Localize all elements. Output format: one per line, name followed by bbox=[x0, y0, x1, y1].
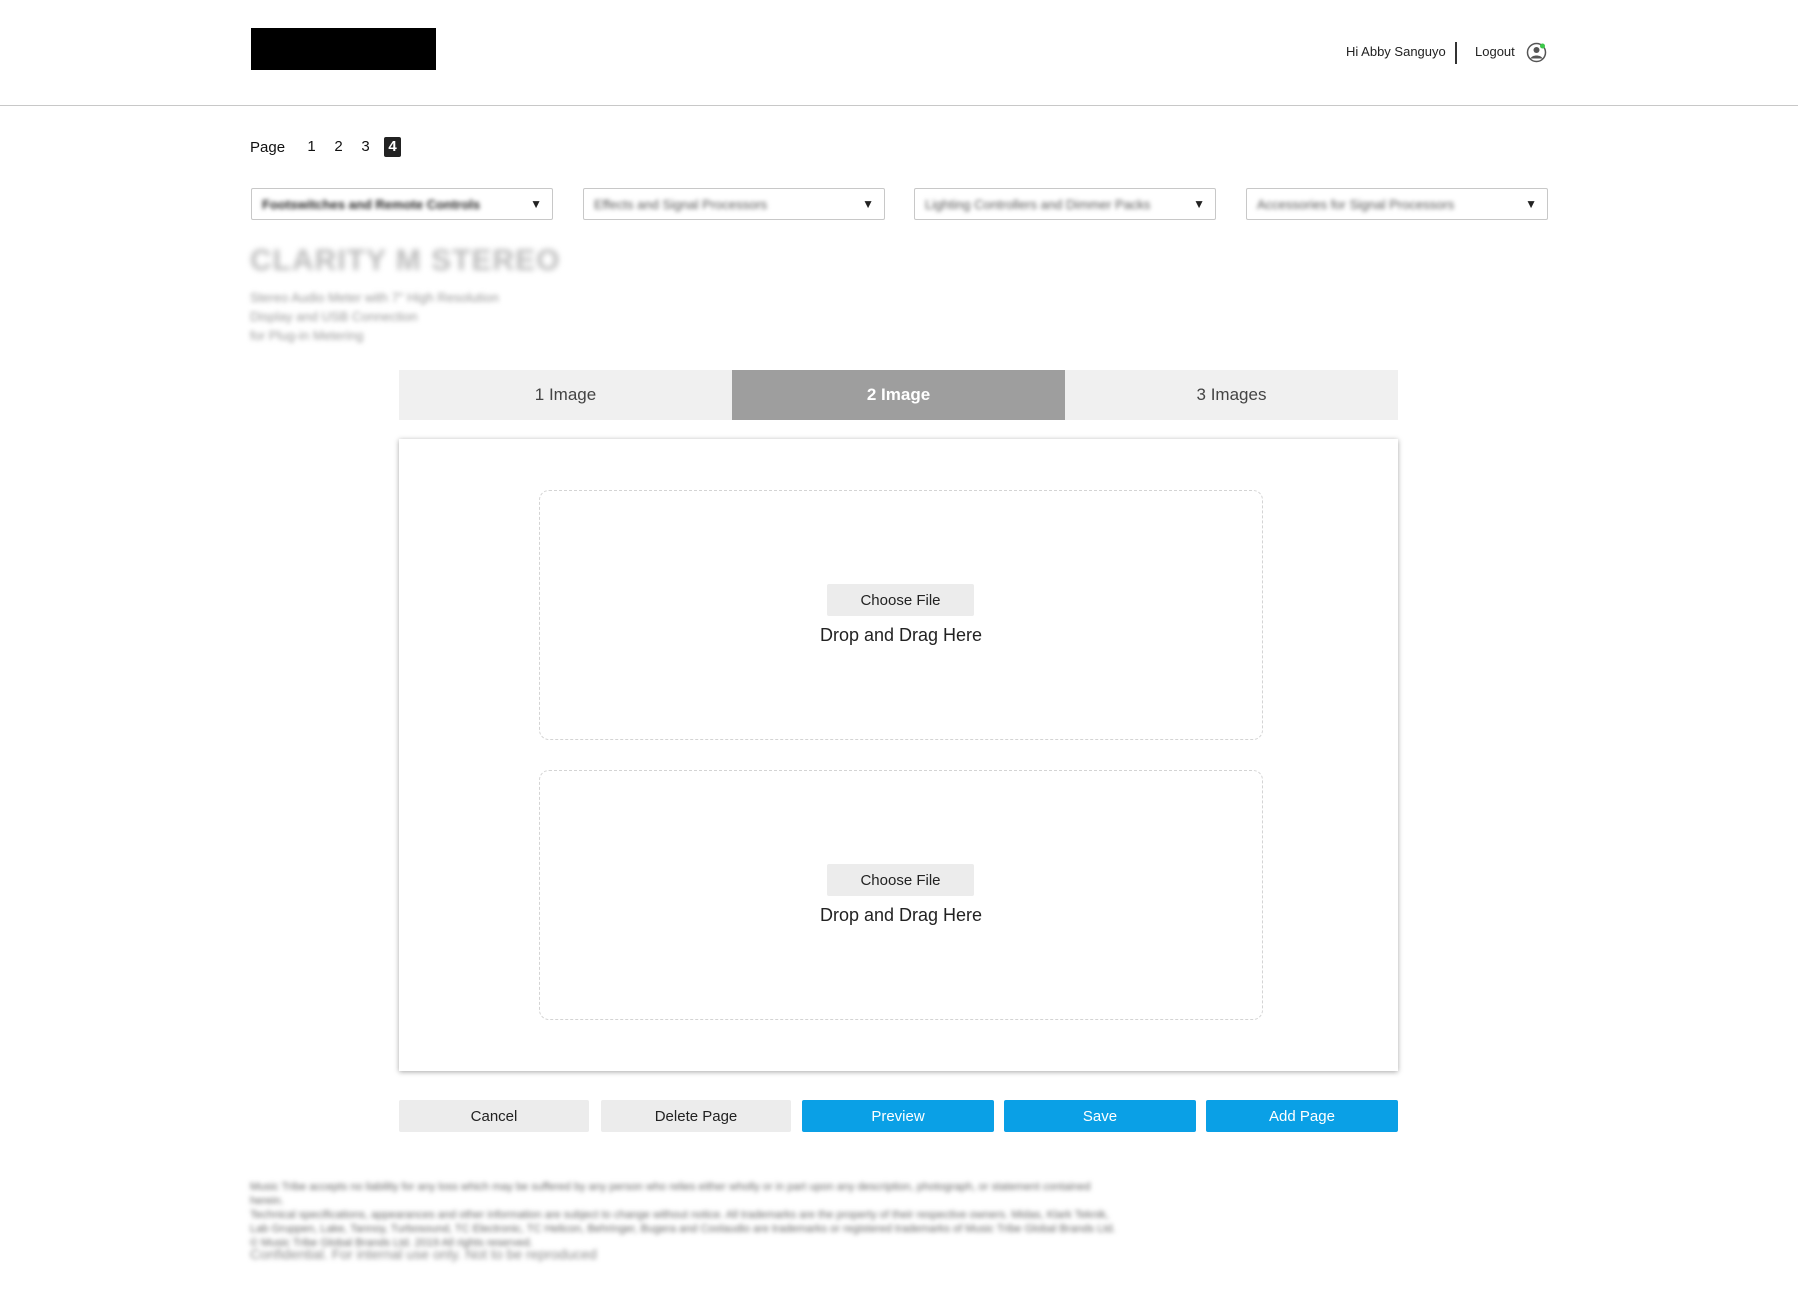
select-value: Footswitches and Remote Controls bbox=[262, 197, 481, 212]
legal-line: Lab Gruppen, Lake, Tannoy, Turbosound, T… bbox=[250, 1223, 1116, 1235]
category-select-1[interactable]: Footswitches and Remote Controls ▼ bbox=[251, 188, 553, 220]
delete-page-button[interactable]: Delete Page bbox=[601, 1100, 791, 1132]
dropdown-arrow-icon: ▼ bbox=[862, 197, 874, 211]
add-page-button[interactable]: Add Page bbox=[1206, 1100, 1398, 1132]
image-dropzone-2[interactable]: Choose File Drop and Drag Here bbox=[539, 770, 1263, 1020]
cancel-button[interactable]: Cancel bbox=[399, 1100, 589, 1132]
legal-line: Technical specifications, appearances an… bbox=[250, 1209, 1109, 1221]
tab-2-image[interactable]: 2 Image bbox=[732, 370, 1065, 420]
category-select-2[interactable]: Effects and Signal Processors ▼ bbox=[583, 188, 885, 220]
image-layout-tabs: 1 Image 2 Image 3 Images bbox=[399, 370, 1398, 420]
dropdown-arrow-icon: ▼ bbox=[1193, 197, 1205, 211]
logout-link[interactable]: Logout bbox=[1475, 44, 1515, 59]
page-link-2[interactable]: 2 bbox=[330, 137, 347, 157]
user-circle-icon[interactable] bbox=[1526, 42, 1547, 63]
legal-disclaimer: Music Tribe accepts no liability for any… bbox=[250, 1180, 1120, 1250]
page-link-4[interactable]: 4 bbox=[384, 137, 402, 157]
description-line: Display and USB Connection bbox=[250, 309, 418, 324]
dropdown-arrow-icon: ▼ bbox=[1525, 197, 1537, 211]
legal-line: Music Tribe accepts no liability for any… bbox=[250, 1181, 1091, 1207]
category-select-3[interactable]: Lighting Controllers and Dimmer Packs ▼ bbox=[914, 188, 1216, 220]
user-greeting: Hi Abby Sanguyo bbox=[1346, 44, 1446, 59]
image-dropzone-1[interactable]: Choose File Drop and Drag Here bbox=[539, 490, 1263, 740]
page-link-3[interactable]: 3 bbox=[357, 137, 374, 157]
dropdown-arrow-icon: ▼ bbox=[530, 197, 542, 211]
tab-1-image[interactable]: 1 Image bbox=[399, 370, 732, 420]
save-button[interactable]: Save bbox=[1004, 1100, 1196, 1132]
image-upload-panel: Choose File Drop and Drag Here Choose Fi… bbox=[399, 439, 1398, 1071]
top-header: Hi Abby Sanguyo Logout bbox=[0, 0, 1798, 106]
logo bbox=[251, 28, 436, 70]
pager-label: Page bbox=[250, 138, 286, 156]
preview-button[interactable]: Preview bbox=[802, 1100, 994, 1132]
select-value: Accessories for Signal Processors bbox=[1257, 197, 1455, 212]
header-divider bbox=[1455, 42, 1457, 64]
description-line: Stereo Audio Meter with 7" High Resoluti… bbox=[250, 290, 499, 305]
product-description: Stereo Audio Meter with 7" High Resoluti… bbox=[250, 288, 499, 345]
tab-3-images[interactable]: 3 Images bbox=[1065, 370, 1398, 420]
description-line: for Plug-in Metering bbox=[250, 328, 364, 343]
category-select-4[interactable]: Accessories for Signal Processors ▼ bbox=[1246, 188, 1548, 220]
confidential-notice: Confidential. For internal use only. Not… bbox=[250, 1246, 597, 1262]
page-pager: Page 1 2 3 4 bbox=[250, 137, 411, 157]
dropzone-hint: Drop and Drag Here bbox=[819, 625, 983, 645]
choose-file-button[interactable]: Choose File bbox=[827, 864, 974, 896]
product-title: CLARITY M STEREO bbox=[250, 244, 561, 277]
choose-file-button[interactable]: Choose File bbox=[827, 584, 974, 616]
page-link-1[interactable]: 1 bbox=[303, 137, 320, 157]
select-value: Effects and Signal Processors bbox=[594, 197, 768, 212]
dropzone-hint: Drop and Drag Here bbox=[819, 905, 983, 925]
action-bar: Cancel Delete Page Preview Save Add Page bbox=[399, 1100, 1398, 1132]
select-value: Lighting Controllers and Dimmer Packs bbox=[925, 197, 1151, 212]
